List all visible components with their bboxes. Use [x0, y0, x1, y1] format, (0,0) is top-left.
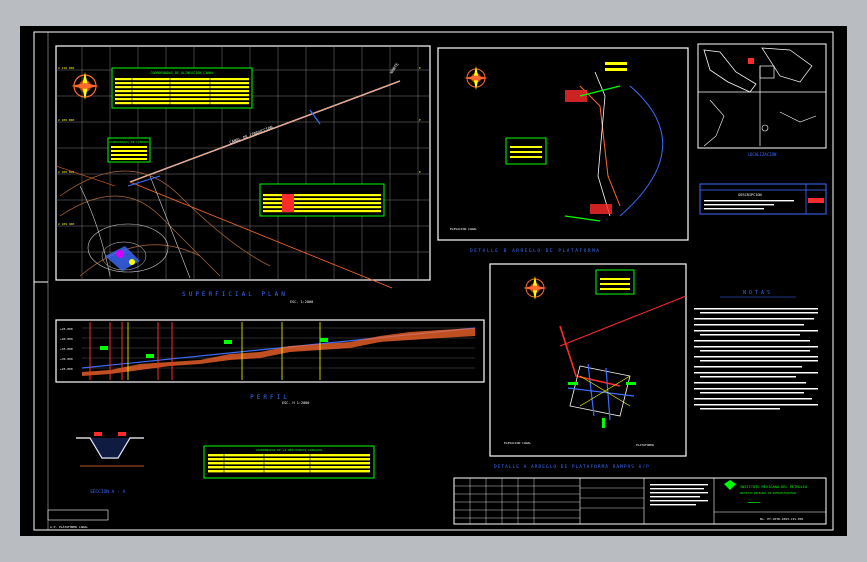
plan-scale: ESC. 1:2000 [290, 300, 313, 304]
plan-data-table [259, 183, 385, 217]
svg-text:+25.000: +25.000 [60, 367, 73, 371]
svg-text:COORDENADAS DE LA RED PUNTOS C: COORDENADAS DE LA RED PUNTOS CARGADOS [256, 448, 323, 452]
svg-text:COORDENADAS DE LINDERO: COORDENADAS DE LINDERO [109, 140, 149, 144]
svg-text:+35.000: +35.000 [60, 347, 73, 351]
notes-block: NOTAS [694, 290, 818, 410]
profile-view: +45.000 +40.000 +35.000 +30.000 +25.000 [55, 319, 485, 383]
svg-text:E: E [419, 170, 421, 174]
svg-text:+40.000: +40.000 [60, 337, 73, 341]
svg-text:E: E [419, 66, 421, 70]
svg-text:ELEVACION CANAL: ELEVACION CANAL [450, 227, 477, 231]
svg-text:+30.000: +30.000 [60, 357, 73, 361]
svg-text:PLATAFORMA: PLATAFORMA [636, 443, 654, 447]
plan-title: SUPERFICIAL PLAN [182, 291, 288, 298]
profile-scale: ESC. H 1:2000 [282, 401, 309, 405]
section-view [76, 432, 144, 467]
svg-text:2 109 800: 2 109 800 [58, 118, 74, 122]
svg-text:COORDENADAS DE ALINEACION CANA: COORDENADAS DE ALINEACION CANAL [150, 71, 213, 75]
svg-text:INSTITUTO MEXICANO DEL PETROLE: INSTITUTO MEXICANO DEL PETROLEO [740, 485, 807, 489]
svg-text:2 109 400: 2 109 400 [58, 222, 74, 226]
svg-text:2 110 000: 2 110 000 [58, 66, 74, 70]
section-title: SECCION A - A [90, 489, 126, 495]
svg-text:PROYECTO INTEGRAL DE INFRAESTR: PROYECTO INTEGRAL DE INFRAESTRUCTURA [740, 491, 797, 495]
description-table: DESCRIPCION [699, 183, 827, 215]
profile-title: PERFIL [250, 394, 290, 401]
small-coordinates-table: COORDENADAS DE LINDERO [107, 137, 151, 163]
plan-view: 2 110 000 2 109 800 2 109 600 2 109 400 E E E… [55, 45, 431, 289]
svg-text:+45.000: +45.000 [60, 327, 73, 331]
svg-text:No. PY-CRTR-1093-CIV-001: No. PY-CRTR-1093-CIV-001 [760, 517, 804, 521]
svg-text:A.P. PLATAFORMA CANAL: A.P. PLATAFORMA CANAL [50, 525, 88, 529]
title-block: INSTITUTO MEXICANO DEL PETROLEO PROYECTO… [453, 477, 827, 525]
cad-viewport[interactable]: 2 110 000 2 109 800 2 109 600 2 109 400 E E E… [20, 26, 847, 536]
svg-text:DESCRIPCION: DESCRIPCION [738, 193, 761, 197]
svg-text:E: E [419, 118, 421, 122]
canal-coordinates-table: COORDENADAS DE ALINEACION CANAL [111, 67, 253, 109]
profile-table: COORDENADAS DE LA RED PUNTOS CARGADOS [203, 445, 375, 479]
svg-text:2 109 600: 2 109 600 [58, 170, 74, 174]
detail-b-title: DETALLE B ARREGLO DE PLATAFORMA [470, 248, 601, 254]
detail-a-title: DETALLE A ARREGLO DE PLATAFORMA RAMPAS A… [494, 464, 650, 470]
svg-text:━━━━━: ━━━━━ [747, 500, 761, 505]
location-title: LOCALIZACION [748, 152, 777, 157]
detail-b-view: ELEVACION CANAL [437, 47, 689, 241]
location-map [697, 43, 827, 149]
detail-a-view: ELEVACION CANAL PLATAFORMA [489, 263, 687, 457]
svg-text:ELEVACION CANAL: ELEVACION CANAL [504, 441, 531, 445]
svg-text:NOTAS: NOTAS [743, 290, 773, 296]
